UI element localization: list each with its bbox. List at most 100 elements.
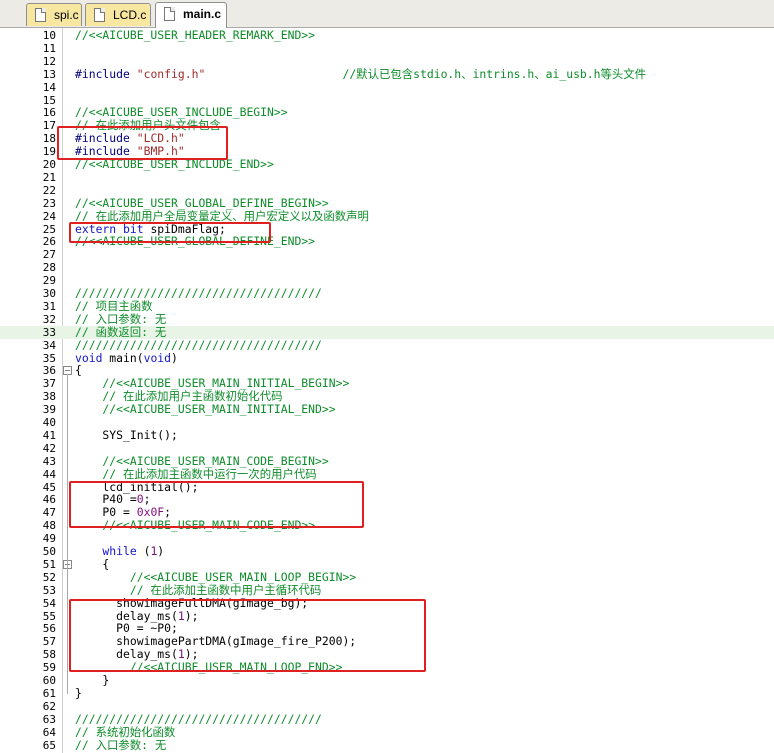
code-text: //<<AICUBE_USER_MAIN_LOOP_END>> — [75, 660, 343, 675]
code-line[interactable]: 14 — [0, 81, 774, 94]
code-line[interactable]: 35 void main(void) — [0, 350, 774, 365]
code-text: // 在此添加主函数中运行一次的用户代码 — [75, 466, 317, 481]
line-number: 13 — [42, 67, 56, 81]
code-line[interactable]: 13 #include "config.h" //默认已包含stdio.h、int… — [0, 66, 774, 81]
code-line[interactable]: 50 while (1) — [0, 544, 774, 559]
code-line[interactable]: 32 // 入口参数: 无 — [0, 311, 774, 326]
line-number: 15 — [42, 93, 56, 107]
tab-spi-c[interactable]: spi.c — [26, 3, 82, 26]
code-line[interactable]: 21 — [0, 171, 774, 184]
line-number: 10 — [42, 29, 56, 42]
line-number: 32 — [42, 312, 56, 326]
line-number: 50 — [42, 545, 56, 558]
code-token: P0 = — [75, 505, 137, 520]
line-number: 42 — [42, 441, 56, 455]
line-number: 22 — [42, 183, 56, 197]
code-token: ) — [171, 350, 178, 365]
code-text: // 入口参数: 无 — [75, 311, 167, 326]
code-token: 0 — [136, 492, 144, 507]
line-number: 47 — [42, 506, 56, 520]
line-number: 54 — [42, 596, 56, 610]
line-number: 58 — [42, 648, 56, 662]
code-token: "config.h" — [136, 66, 206, 81]
line-number: 52 — [42, 570, 56, 584]
file-icon — [35, 8, 46, 22]
line-number: 18 — [42, 132, 56, 146]
code-line[interactable]: 31 // 项目主函数 — [0, 299, 774, 313]
tab-lcd-c[interactable]: LCD.c — [85, 3, 151, 26]
code-line[interactable]: 51− { — [0, 557, 774, 571]
line-number: 49 — [42, 532, 56, 546]
line-number: 40 — [42, 416, 56, 429]
code-token: void — [143, 350, 172, 365]
line-number: 62 — [42, 699, 56, 713]
line-number: 48 — [42, 519, 56, 533]
line-number: 63 — [42, 712, 56, 726]
line-number: 24 — [42, 209, 56, 223]
code-line[interactable]: 42 — [0, 442, 774, 455]
line-number: 21 — [42, 170, 56, 184]
code-line[interactable]: 59 //<<AICUBE_USER_MAIN_LOOP_END>> — [0, 660, 774, 675]
line-number: 61 — [42, 686, 56, 700]
code-line[interactable]: 48 //<<AICUBE_USER_MAIN_CODE_END>> — [0, 518, 774, 533]
code-text: //////////////////////////////////// — [75, 711, 322, 726]
code-line[interactable]: 60 } — [0, 674, 774, 688]
code-token: 1 — [177, 608, 185, 623]
line-number: 30 — [42, 287, 56, 300]
line-number: 53 — [42, 583, 56, 597]
code-token: ; — [164, 505, 172, 520]
line-number: 28 — [42, 261, 56, 275]
code-line[interactable]: 33 // 函数返回: 无 — [0, 324, 774, 339]
code-token: ) — [157, 544, 165, 558]
code-text: //<<AICUBE_USER_MAIN_CODE_BEGIN>> — [75, 453, 329, 468]
code-text: // 入口参数: 无 — [75, 737, 167, 752]
code-line[interactable]: 44 // 在此添加主函数中运行一次的用户代码 — [0, 466, 774, 481]
line-number: 55 — [42, 609, 56, 623]
code-line[interactable]: 26 //<<AICUBE_USER_GLOBAL_DEFINE_END>> — [0, 234, 774, 249]
code-token: while — [75, 544, 144, 558]
code-line[interactable]: 64 // 系统初始化函数 — [0, 725, 774, 739]
code-token: "LCD.h" — [136, 131, 185, 146]
tab-label: LCD.c — [113, 8, 147, 22]
code-line[interactable]: 61} — [0, 686, 774, 700]
code-text: // 在此添加主函数中用户主循环代码 — [75, 582, 322, 597]
code-text: //<<AICUBE_USER_MAIN_CODE_END>> — [75, 518, 316, 533]
code-line[interactable]: 65 // 入口参数: 无 — [0, 737, 774, 752]
line-number: 46 — [42, 493, 56, 507]
code-line[interactable]: 23 //<<AICUBE_USER_GLOBAL_DEFINE_BEGIN>> — [0, 196, 774, 210]
line-number: 29 — [42, 274, 56, 288]
code-line[interactable]: 43 //<<AICUBE_USER_MAIN_CODE_BEGIN>> — [0, 453, 774, 468]
code-token: extern bit — [75, 221, 151, 236]
code-line[interactable]: 20 //<<AICUBE_USER_INCLUDE_END>> — [0, 158, 774, 172]
fold-guide-line — [67, 374, 68, 694]
line-number: 41 — [42, 428, 56, 442]
line-number: 16 — [42, 106, 56, 120]
tab-main-c[interactable]: main.c — [155, 2, 227, 28]
code-line[interactable]: 41 SYS_Init(); — [0, 428, 774, 442]
line-number: 57 — [42, 635, 56, 649]
code-text: // 函数返回: 无 — [75, 324, 167, 339]
code-token: delay_ms( — [75, 647, 178, 662]
code-token: ); — [184, 608, 199, 623]
line-number: 56 — [42, 622, 56, 636]
code-text: //<<AICUBE_USER_GLOBAL_DEFINE_END>> — [75, 234, 316, 249]
code-line[interactable]: 22 — [0, 184, 774, 197]
code-line[interactable]: 11 — [0, 42, 774, 55]
line-number: 12 — [42, 54, 56, 68]
line-number: 45 — [42, 480, 56, 494]
line-number: 25 — [42, 222, 56, 236]
code-line[interactable]: 27 — [0, 248, 774, 261]
code-text: #include "config.h" //默认已包含stdio.h、intri… — [75, 66, 646, 81]
code-line[interactable]: 10 //<<AICUBE_USER_HEADER_REMARK_END>> — [0, 29, 774, 43]
code-line[interactable]: 39 //<<AICUBE_USER_MAIN_INITIAL_END>> — [0, 403, 774, 417]
line-number: 33 — [42, 325, 56, 339]
line-number: 39 — [42, 403, 56, 417]
code-line[interactable]: 62 — [0, 700, 774, 713]
code-line[interactable]: 52 //<<AICUBE_USER_MAIN_LOOP_BEGIN>> — [0, 570, 774, 584]
code-line[interactable]: 28 — [0, 261, 774, 274]
line-number: 60 — [42, 674, 56, 687]
code-token: #include — [75, 144, 137, 159]
code-line[interactable]: 63 //////////////////////////////////// — [0, 711, 774, 726]
code-token: #include — [75, 66, 137, 81]
code-line[interactable]: 53 // 在此添加主函数中用户主循环代码 — [0, 582, 774, 597]
